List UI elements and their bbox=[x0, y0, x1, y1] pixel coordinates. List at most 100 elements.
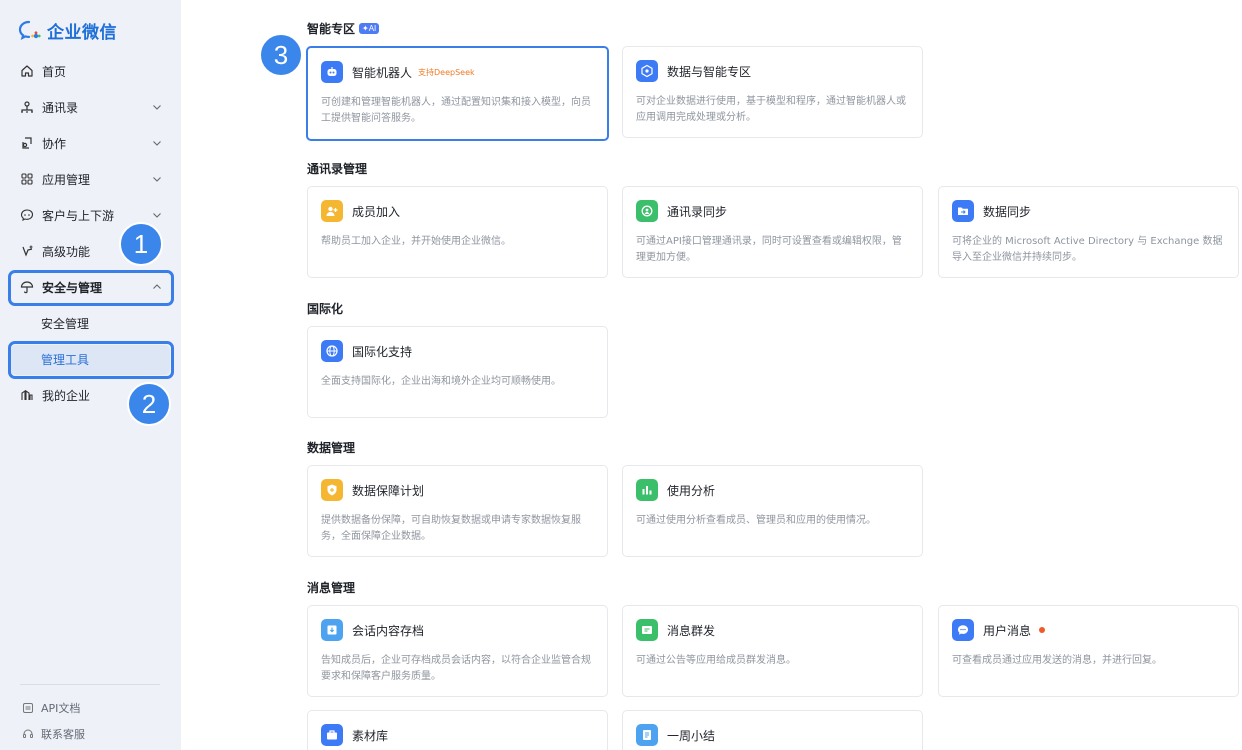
card-description: 可将企业的 Microsoft Active Directory 与 Excha… bbox=[952, 236, 1223, 263]
card-user-messages[interactable]: 用户消息 可查看成员通过应用发送的消息，并进行回复。 bbox=[938, 605, 1239, 697]
ai-badge-text: AI bbox=[368, 24, 377, 33]
card-title: 素材库 bbox=[352, 728, 389, 743]
advanced-icon bbox=[20, 244, 34, 258]
card-description: 提供数据备份保障，可自助恢复数据或申请专家数据恢复服务，全面保障企业数据。 bbox=[321, 515, 581, 542]
card-contacts-sync[interactable]: 通讯录同步 可通过API接口管理通讯录，同时可设置查看或编辑权限，管理更加方便。 bbox=[622, 186, 923, 278]
section-title-text: 国际化 bbox=[307, 302, 344, 316]
card-description: 告知成员后，企业可存档成员会话内容，以符合企业监管合规要求和保障客户服务质量。 bbox=[321, 655, 591, 682]
sidebar-item-label: 高级功能 bbox=[42, 244, 91, 259]
sidebar-subitem-admin-tools[interactable]: 管理工具 bbox=[0, 341, 181, 377]
sidebar-item-contacts[interactable]: 通讯录 bbox=[0, 89, 181, 125]
sidebar-divider bbox=[20, 684, 160, 685]
sidebar-item-collab[interactable]: 协作 bbox=[0, 125, 181, 161]
notification-dot bbox=[1039, 627, 1046, 633]
section-title-data: 数据管理 bbox=[307, 439, 355, 456]
material-icon bbox=[321, 724, 343, 746]
card-title: 数据与智能专区 bbox=[667, 64, 752, 79]
step-badge-1: 1 bbox=[119, 222, 163, 266]
section-title-text: 消息管理 bbox=[307, 581, 356, 595]
analytics-icon bbox=[636, 479, 658, 501]
card-title: 一周小结 bbox=[667, 728, 716, 743]
api-docs-link[interactable]: API文档 bbox=[22, 700, 80, 716]
step-badge-2: 2 bbox=[127, 382, 171, 426]
archive-icon bbox=[321, 619, 343, 641]
globe-icon bbox=[321, 340, 343, 362]
chevron-down-icon bbox=[153, 213, 161, 218]
card-title: 数据保障计划 bbox=[352, 483, 425, 498]
customer-icon bbox=[20, 208, 34, 222]
sidebar-item-label: 安全管理 bbox=[41, 316, 90, 331]
ai-badge: ✦AI bbox=[359, 23, 380, 34]
card-description: 可对企业数据进行使用，基于模型和程序，通过智能机器人或应用调用完成处理或分析。 bbox=[636, 96, 906, 123]
home-icon bbox=[20, 64, 34, 78]
brand-name: 企业微信 bbox=[47, 23, 117, 43]
sidebar: 企业微信 首页 通讯录 协作 应用管理 客户与上下游 高级功能 安全与管理 安全… bbox=[0, 0, 181, 750]
step-badge-3: 3 bbox=[259, 33, 303, 77]
card-smart-robot[interactable]: 智能机器人 支持DeepSeek 可创建和管理智能机器人，通过配置知识集和接入模… bbox=[306, 46, 609, 141]
section-title-text: 智能专区 bbox=[307, 22, 356, 36]
data-zone-icon bbox=[636, 60, 658, 82]
sidebar-item-security-management[interactable]: 安全与管理 bbox=[0, 269, 181, 305]
section-title-text: 数据管理 bbox=[307, 441, 356, 455]
card-title: 使用分析 bbox=[667, 483, 716, 498]
card-weekly-summary[interactable]: 一周小结 bbox=[622, 710, 923, 750]
sidebar-item-label: 管理工具 bbox=[41, 352, 90, 367]
sidebar-item-label: 应用管理 bbox=[42, 172, 91, 187]
api-docs-label: API文档 bbox=[41, 702, 81, 715]
sidebar-item-home[interactable]: 首页 bbox=[0, 53, 181, 89]
chevron-down-icon bbox=[153, 105, 161, 110]
card-member-join[interactable]: 成员加入 帮助员工加入企业，并开始使用企业微信。 bbox=[307, 186, 608, 278]
sidebar-item-label: 通讯录 bbox=[42, 100, 79, 115]
chat-icon bbox=[952, 619, 974, 641]
card-description: 帮助员工加入企业，并开始使用企业微信。 bbox=[321, 236, 511, 247]
wecom-logo-icon bbox=[18, 20, 41, 40]
sidebar-item-apps[interactable]: 应用管理 bbox=[0, 161, 181, 197]
shield-icon bbox=[321, 479, 343, 501]
card-data-protection[interactable]: 数据保障计划 提供数据备份保障，可自助恢复数据或申请专家数据恢复服务，全面保障企… bbox=[307, 465, 608, 557]
chevron-down-icon bbox=[153, 177, 161, 182]
deepseek-tag: 支持DeepSeek bbox=[418, 67, 475, 77]
card-title: 消息群发 bbox=[667, 623, 716, 638]
card-material-library[interactable]: 素材库 bbox=[307, 710, 608, 750]
sidebar-subitem-security[interactable]: 安全管理 bbox=[0, 305, 181, 341]
sync-icon bbox=[636, 200, 658, 222]
card-description: 可查看成员通过应用发送的消息，并进行回复。 bbox=[952, 655, 1162, 666]
chevron-up-icon bbox=[153, 284, 161, 289]
card-title: 成员加入 bbox=[352, 204, 401, 219]
broadcast-icon bbox=[636, 619, 658, 641]
enterprise-icon bbox=[20, 388, 34, 402]
sidebar-item-label: 我的企业 bbox=[42, 388, 91, 403]
contacts-icon bbox=[20, 100, 34, 114]
card-description: 可通过公告等应用给成员群发消息。 bbox=[636, 655, 796, 666]
section-title-contacts: 通讯录管理 bbox=[307, 160, 367, 177]
contact-support-link[interactable]: 联系客服 bbox=[22, 726, 85, 742]
card-data-sync[interactable]: 数据同步 可将企业的 Microsoft Active Directory 与 … bbox=[938, 186, 1239, 278]
folder-icon bbox=[952, 200, 974, 222]
card-data-intelligence[interactable]: 数据与智能专区 可对企业数据进行使用，基于模型和程序，通过智能机器人或应用调用完… bbox=[622, 46, 923, 138]
weekly-icon bbox=[636, 724, 658, 746]
member-join-icon bbox=[321, 200, 343, 222]
card-title: 通讯录同步 bbox=[667, 204, 728, 219]
card-description: 全面支持国际化，企业出海和境外企业均可顺畅使用。 bbox=[321, 376, 561, 387]
card-description: 可通过使用分析查看成员、管理员和应用的使用情况。 bbox=[636, 515, 876, 526]
card-description: 可创建和管理智能机器人，通过配置知识集和接入模型，向员工提供智能问答服务。 bbox=[321, 97, 591, 124]
card-chat-archive[interactable]: 会话内容存档 告知成员后，企业可存档成员会话内容，以符合企业监管合规要求和保障客… bbox=[307, 605, 608, 697]
card-usage-analytics[interactable]: 使用分析 可通过使用分析查看成员、管理员和应用的使用情况。 bbox=[622, 465, 923, 557]
section-title-i18n: 国际化 bbox=[307, 300, 343, 317]
section-title-ai: 智能专区 ✦AI bbox=[307, 20, 380, 37]
umbrella-icon bbox=[20, 280, 34, 294]
card-title: 数据同步 bbox=[983, 204, 1032, 219]
card-mass-message[interactable]: 消息群发 可通过公告等应用给成员群发消息。 bbox=[622, 605, 923, 697]
brand-logo[interactable]: 企业微信 bbox=[18, 18, 117, 43]
sidebar-item-label: 客户与上下游 bbox=[42, 208, 115, 223]
collab-icon bbox=[20, 136, 34, 150]
chevron-down-icon bbox=[153, 141, 161, 146]
card-title: 国际化支持 bbox=[352, 344, 413, 359]
sidebar-item-label: 首页 bbox=[42, 64, 67, 79]
doc-icon bbox=[23, 703, 33, 713]
card-description: 可通过API接口管理通讯录，同时可设置查看或编辑权限，管理更加方便。 bbox=[636, 236, 902, 263]
section-title-text: 通讯录管理 bbox=[307, 162, 368, 176]
card-i18n-support[interactable]: 国际化支持 全面支持国际化，企业出海和境外企业均可顺畅使用。 bbox=[307, 326, 608, 418]
section-title-messages: 消息管理 bbox=[307, 579, 355, 596]
card-title: 智能机器人 bbox=[352, 65, 413, 80]
